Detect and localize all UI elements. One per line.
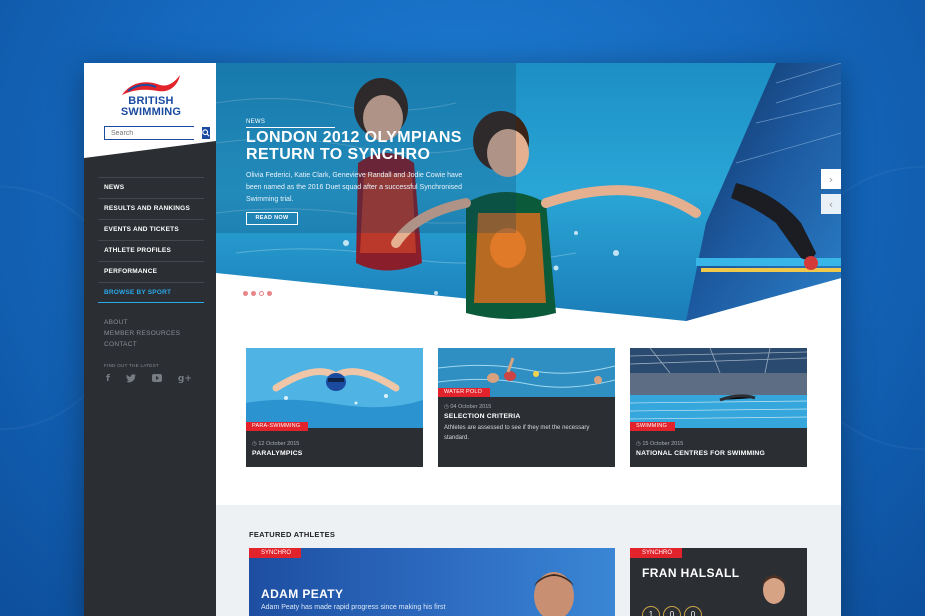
youtube-icon[interactable] bbox=[151, 374, 162, 386]
carousel-dot[interactable] bbox=[251, 291, 256, 296]
news-card-national-centres[interactable]: SWIMMING ◷ 15 October 2015 NATIONAL CENT… bbox=[630, 348, 807, 467]
card-date-text: 12 October 2015 bbox=[258, 441, 300, 447]
find-out-label: FIND OUT THE LATEST bbox=[104, 363, 159, 368]
card-tag: PARA-SWIMMING bbox=[246, 422, 309, 431]
facebook-icon[interactable]: f bbox=[106, 374, 110, 386]
logo-line-2: SWIMMING bbox=[120, 106, 182, 118]
chevron-right-icon: › bbox=[828, 172, 834, 186]
nav-item-contact[interactable]: CONTACT bbox=[104, 339, 180, 350]
logo-area-divider bbox=[84, 141, 216, 161]
nav-item-athlete-profiles[interactable]: ATHLETE PROFILES bbox=[98, 240, 204, 261]
twitter-icon[interactable] bbox=[125, 374, 136, 386]
sidebar: BRITISH SWIMMING NEWS RESULTS AND RANKIN… bbox=[84, 63, 216, 616]
card-text: Athletes are assessed to see if they met… bbox=[444, 425, 590, 441]
news-cards: PARA-SWIMMING ◷ 12 October 2015 PARALYMP… bbox=[246, 348, 807, 467]
card-title: NATIONAL CENTRES FOR SWIMMING bbox=[636, 450, 766, 457]
news-card-paralympics[interactable]: PARA-SWIMMING ◷ 12 October 2015 PARALYMP… bbox=[246, 348, 423, 467]
clock-icon: ◷ bbox=[252, 441, 257, 447]
card-date-text: 15 October 2015 bbox=[642, 441, 684, 447]
athlete-name: ADAM PEATY bbox=[261, 587, 344, 601]
hero-kicker: NEWS bbox=[246, 119, 336, 128]
athlete-name: FRAN HALSALL bbox=[642, 566, 740, 580]
medal-counts: 1 0 0 bbox=[642, 606, 702, 616]
nav-item-news[interactable]: NEWS bbox=[98, 177, 204, 198]
card-tag: SWIMMING bbox=[630, 422, 675, 431]
card-body: ◷ 15 October 2015 NATIONAL CENTRES FOR S… bbox=[636, 441, 801, 457]
card-body: ◷ 12 October 2015 PARALYMPICS bbox=[252, 441, 417, 457]
secondary-nav: ABOUT MEMBER RESOURCES CONTACT bbox=[104, 317, 180, 350]
search-box bbox=[104, 126, 210, 140]
card-image-butterfly-swimmer bbox=[246, 348, 423, 428]
card-body: ◷ 04 October 2015 SELECTION CRITERIA Ath… bbox=[444, 404, 609, 443]
athlete-photo bbox=[762, 575, 786, 604]
carousel-dot-active[interactable] bbox=[259, 291, 264, 296]
gold-medal-count: 1 bbox=[642, 606, 660, 616]
athlete-tag: SYNCHRO bbox=[630, 548, 683, 558]
search-input[interactable] bbox=[105, 127, 202, 139]
carousel-prev-button[interactable]: ‹ bbox=[821, 194, 841, 214]
featured-athletes-section: FEATURED ATHLETES SYNCHRO ADAM PEATY Ada… bbox=[216, 505, 841, 616]
chevron-left-icon: ‹ bbox=[828, 197, 834, 211]
card-title: SELECTION CRITERIA bbox=[444, 413, 521, 420]
card-date: ◷ 15 October 2015 bbox=[636, 441, 801, 447]
athlete-card-adam-peaty[interactable]: SYNCHRO ADAM PEATY Adam Peaty has made r… bbox=[249, 548, 615, 616]
logo-swoosh-icon bbox=[122, 75, 180, 95]
card-date-text: 04 October 2015 bbox=[450, 404, 492, 410]
website-frame: BRITISH SWIMMING NEWS RESULTS AND RANKIN… bbox=[84, 63, 841, 616]
nav-item-about[interactable]: ABOUT bbox=[104, 317, 180, 328]
card-title: PARALYMPICS bbox=[252, 450, 303, 457]
read-now-button[interactable]: READ NOW bbox=[246, 212, 298, 225]
athlete-tag: SYNCHRO bbox=[249, 548, 302, 558]
card-date: ◷ 04 October 2015 bbox=[444, 404, 609, 410]
athlete-photo bbox=[534, 572, 574, 616]
athlete-description: Adam Peaty has made rapid progress since… bbox=[261, 604, 446, 611]
nav-item-browse-by-sport[interactable]: BROWSE BY SPORT bbox=[98, 282, 204, 303]
hero-description: Olivia Federici, Katie Clark, Genevieve … bbox=[246, 172, 463, 203]
card-tag: WATER POLO bbox=[438, 388, 491, 397]
clock-icon: ◷ bbox=[636, 441, 641, 447]
featured-athletes-heading: FEATURED ATHLETES bbox=[249, 530, 336, 539]
card-image-aquatics-arena bbox=[630, 348, 807, 428]
search-button[interactable] bbox=[202, 127, 210, 139]
hero-title[interactable]: LONDON 2012 OLYMPIANS RETURN TO SYNCHRO bbox=[246, 129, 506, 163]
carousel-dot[interactable] bbox=[243, 291, 248, 296]
nav-item-member-resources[interactable]: MEMBER RESOURCES bbox=[104, 328, 180, 339]
nav-item-performance[interactable]: PERFORMANCE bbox=[98, 261, 204, 282]
clock-icon: ◷ bbox=[444, 404, 449, 410]
carousel-next-button[interactable]: › bbox=[821, 169, 841, 189]
silver-medal-count: 0 bbox=[663, 606, 681, 616]
googleplus-icon[interactable]: g+ bbox=[178, 374, 192, 386]
search-icon bbox=[202, 129, 210, 137]
card-date: ◷ 12 October 2015 bbox=[252, 441, 417, 447]
nav-item-results-rankings[interactable]: RESULTS AND RANKINGS bbox=[98, 198, 204, 219]
main-nav: NEWS RESULTS AND RANKINGS EVENTS AND TIC… bbox=[98, 177, 204, 303]
bronze-medal-count: 0 bbox=[684, 606, 702, 616]
nav-item-events-tickets[interactable]: EVENTS AND TICKETS bbox=[98, 219, 204, 240]
carousel-dot[interactable] bbox=[267, 291, 272, 296]
hero-banner: NEWS LONDON 2012 OLYMPIANS RETURN TO SYN… bbox=[216, 63, 841, 321]
carousel-dots bbox=[243, 291, 272, 296]
logo-text: BRITISH SWIMMING bbox=[116, 96, 186, 118]
news-card-selection-criteria[interactable]: WATER POLO ◷ 04 October 2015 SELECTION C… bbox=[438, 348, 615, 467]
social-links: f g+ bbox=[106, 374, 192, 386]
athlete-card-fran-halsall[interactable]: SYNCHRO FRAN HALSALL 1 0 0 bbox=[630, 548, 807, 616]
